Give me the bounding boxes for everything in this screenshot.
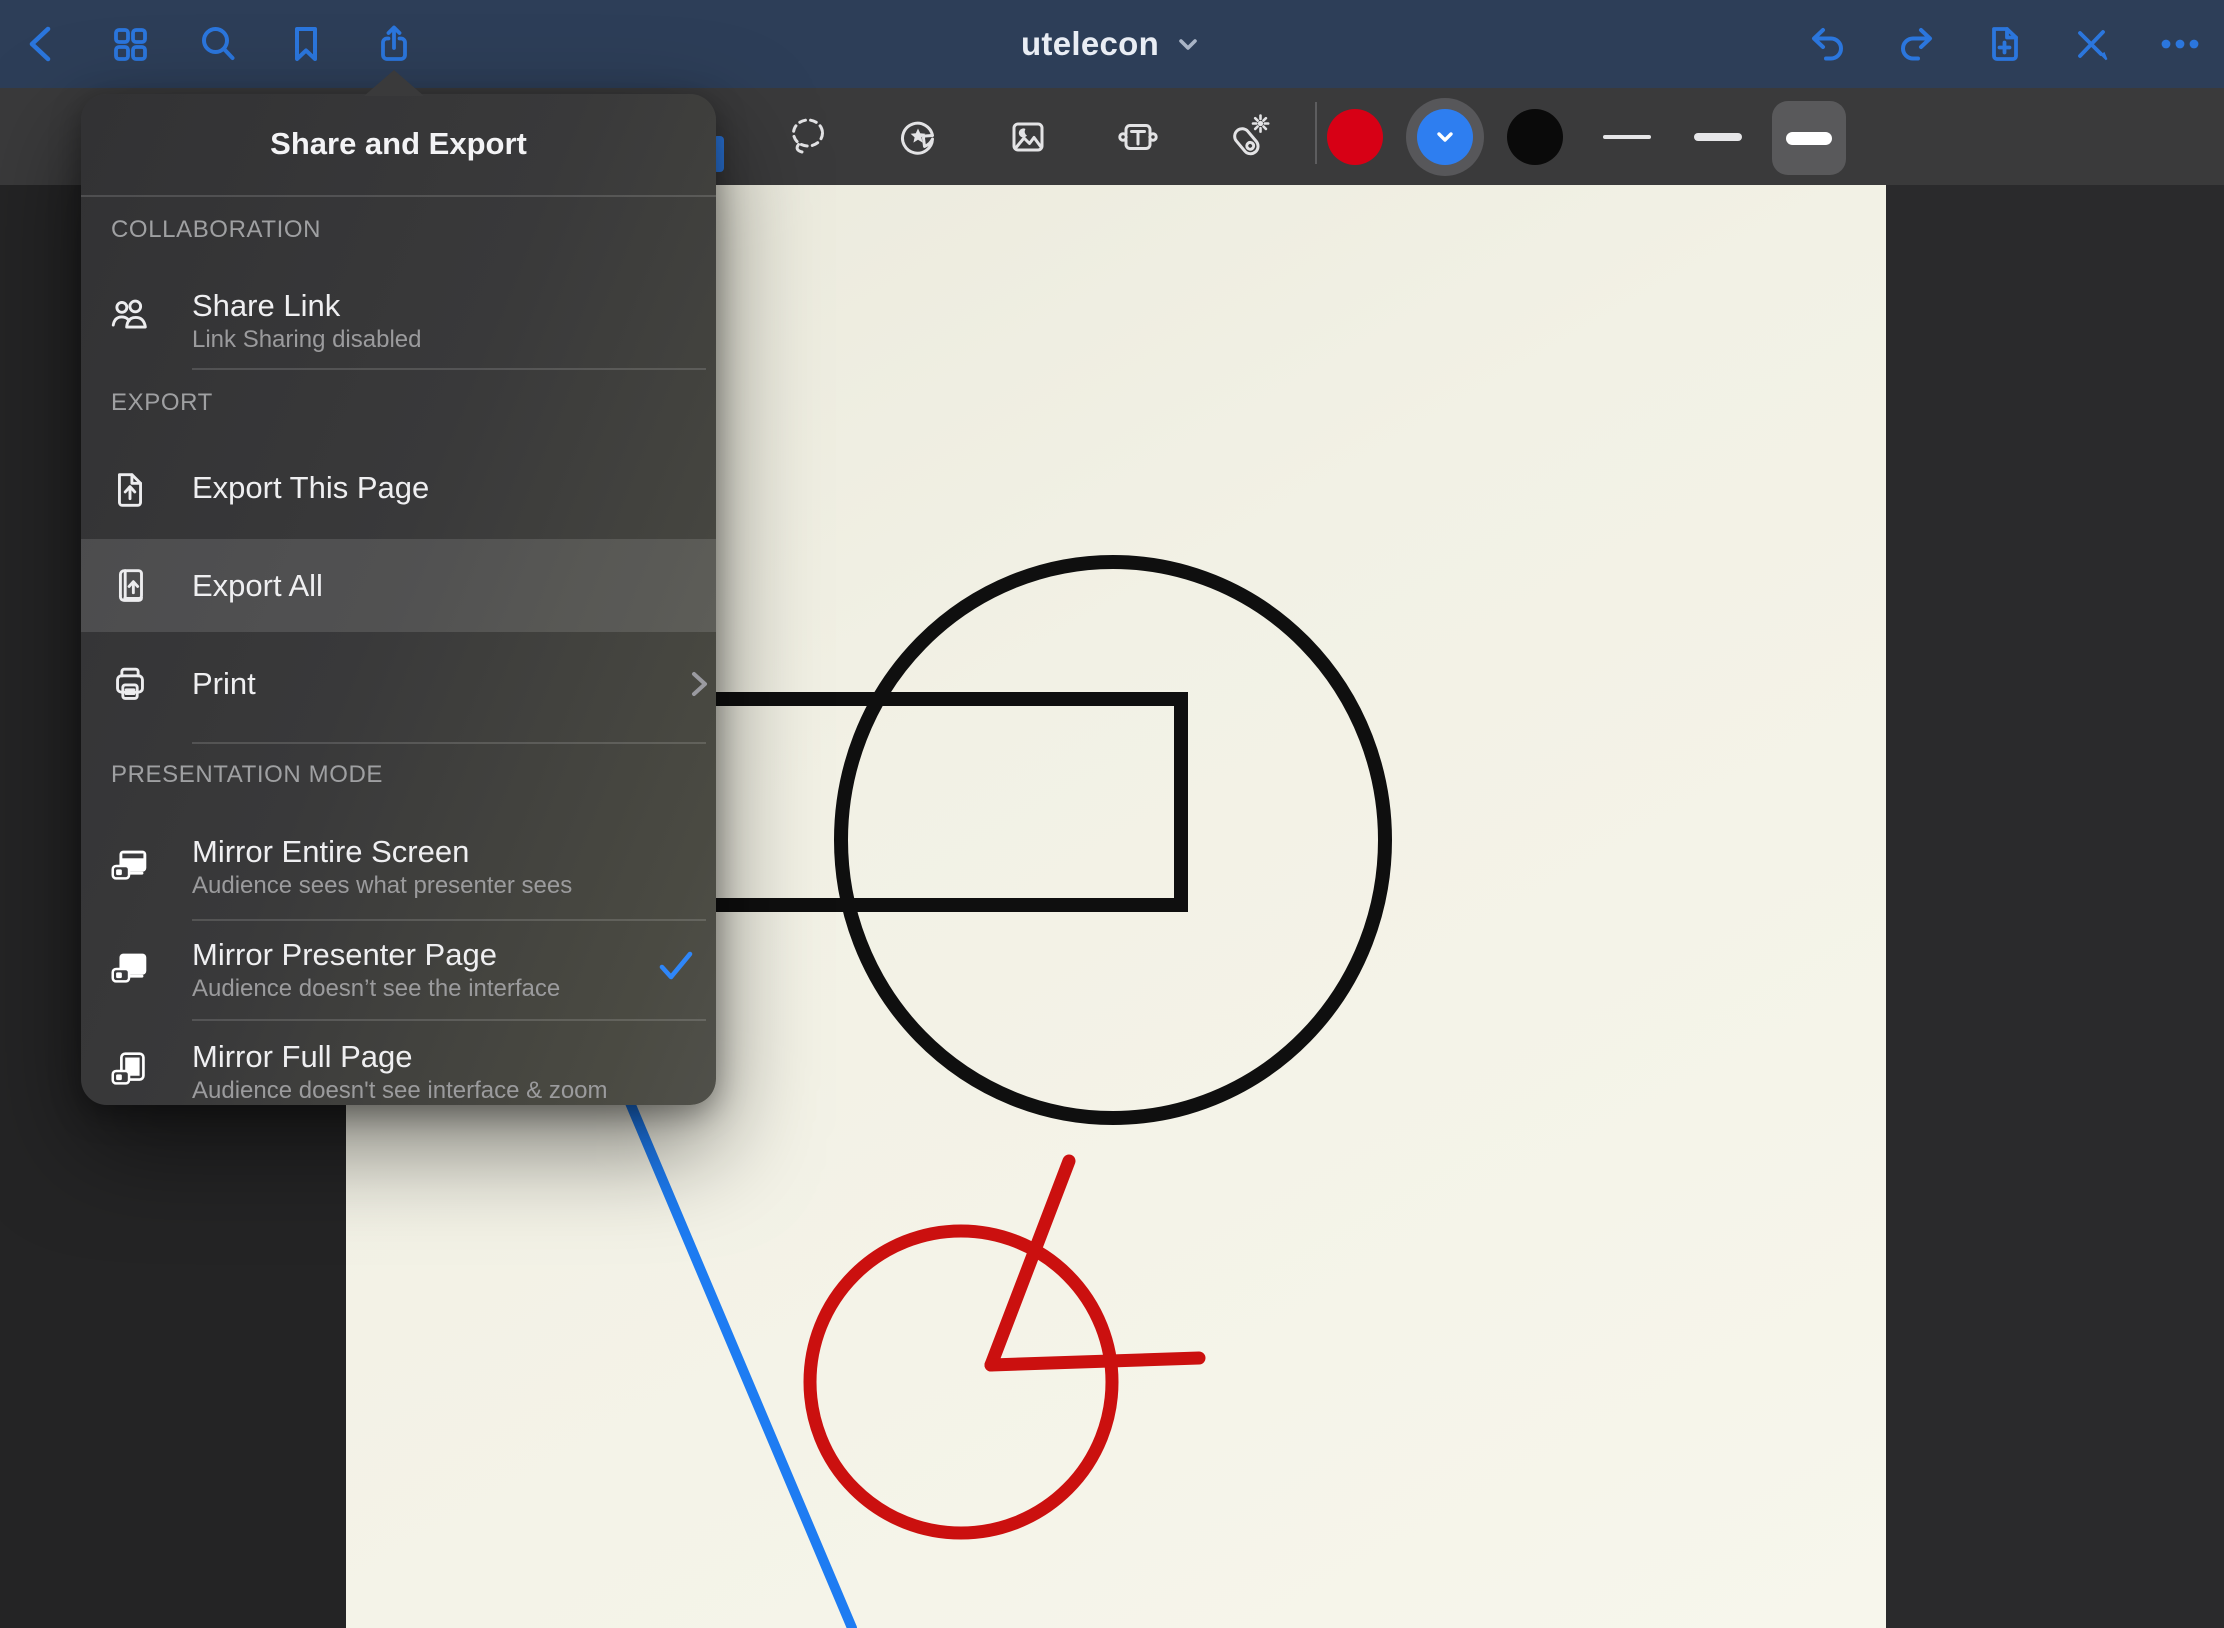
text-icon[interactable] [1114, 113, 1162, 161]
section-label-presentation-mode: PRESENTATION MODE [111, 757, 696, 793]
toolbar-divider [1315, 102, 1317, 164]
mirror-presenter-page-icon [107, 945, 153, 991]
color-swatch-black[interactable] [1507, 109, 1563, 165]
lasso-icon[interactable] [784, 113, 832, 161]
menu-item-mirror-full-page[interactable]: Mirror Full Page Audience doesn't see in… [81, 1003, 716, 1105]
canvas-background-right [1886, 185, 2224, 1628]
chevron-down-icon [1173, 29, 1203, 59]
menu-item-title: Print [192, 665, 716, 703]
menu-item-title: Export All [192, 567, 716, 605]
color-swatch-blue-selected[interactable] [1406, 98, 1484, 176]
checkmark-icon [658, 950, 694, 982]
mirror-full-page-icon [107, 1047, 153, 1093]
pen-cross-icon[interactable] [2068, 20, 2116, 68]
laser-pointer-icon[interactable] [1224, 113, 1272, 161]
export-all-icon [107, 563, 153, 609]
top-navigation-bar: utelecon [0, 0, 2224, 88]
chevron-right-icon [685, 670, 713, 698]
app-screen: utelecon Share and Export [0, 0, 2224, 1628]
menu-item-title: Mirror Presenter Page [192, 936, 716, 974]
menu-item-subtitle: Audience doesn’t see the interface [192, 974, 716, 1004]
menu-item-print[interactable]: Print [81, 632, 716, 736]
menu-item-subtitle: Link Sharing disabled [192, 325, 716, 355]
menu-item-export-this-page[interactable]: Export This Page [81, 439, 716, 537]
undo-icon[interactable] [1804, 20, 1852, 68]
add-page-icon[interactable] [1980, 20, 2028, 68]
chevron-down-icon [1432, 124, 1458, 150]
popover-arrow [364, 70, 424, 96]
mirror-entire-screen-icon [107, 842, 153, 888]
section-label-collaboration: COLLABORATION [111, 212, 696, 248]
stroke-width-thick-selected[interactable] [1772, 101, 1846, 175]
menu-item-title: Export This Page [192, 469, 716, 507]
menu-item-subtitle: Audience doesn't see interface & zoom [192, 1076, 716, 1105]
redo-icon[interactable] [1892, 20, 1940, 68]
color-swatch-red[interactable] [1327, 109, 1383, 165]
popover-title: Share and Export [81, 94, 716, 194]
share-export-popover: Share and Export COLLABORATION Share Lin… [81, 94, 716, 1105]
more-icon[interactable] [2156, 20, 2204, 68]
menu-item-title: Mirror Full Page [192, 1038, 716, 1076]
export-page-icon [107, 467, 153, 513]
people-icon [107, 293, 153, 339]
menu-item-title: Mirror Entire Screen [192, 833, 716, 871]
menu-item-title: Share Link [192, 287, 716, 325]
menu-item-export-all[interactable]: Export All [81, 539, 716, 632]
stroke-width-medium[interactable] [1694, 133, 1742, 141]
sticker-icon[interactable] [894, 113, 942, 161]
image-icon[interactable] [1004, 113, 1052, 161]
printer-icon [107, 661, 153, 707]
menu-item-subtitle: Audience sees what presenter sees [192, 871, 716, 901]
document-title: utelecon [1021, 25, 1159, 63]
section-label-export: EXPORT [111, 385, 696, 421]
stroke-width-thin[interactable] [1603, 135, 1651, 139]
